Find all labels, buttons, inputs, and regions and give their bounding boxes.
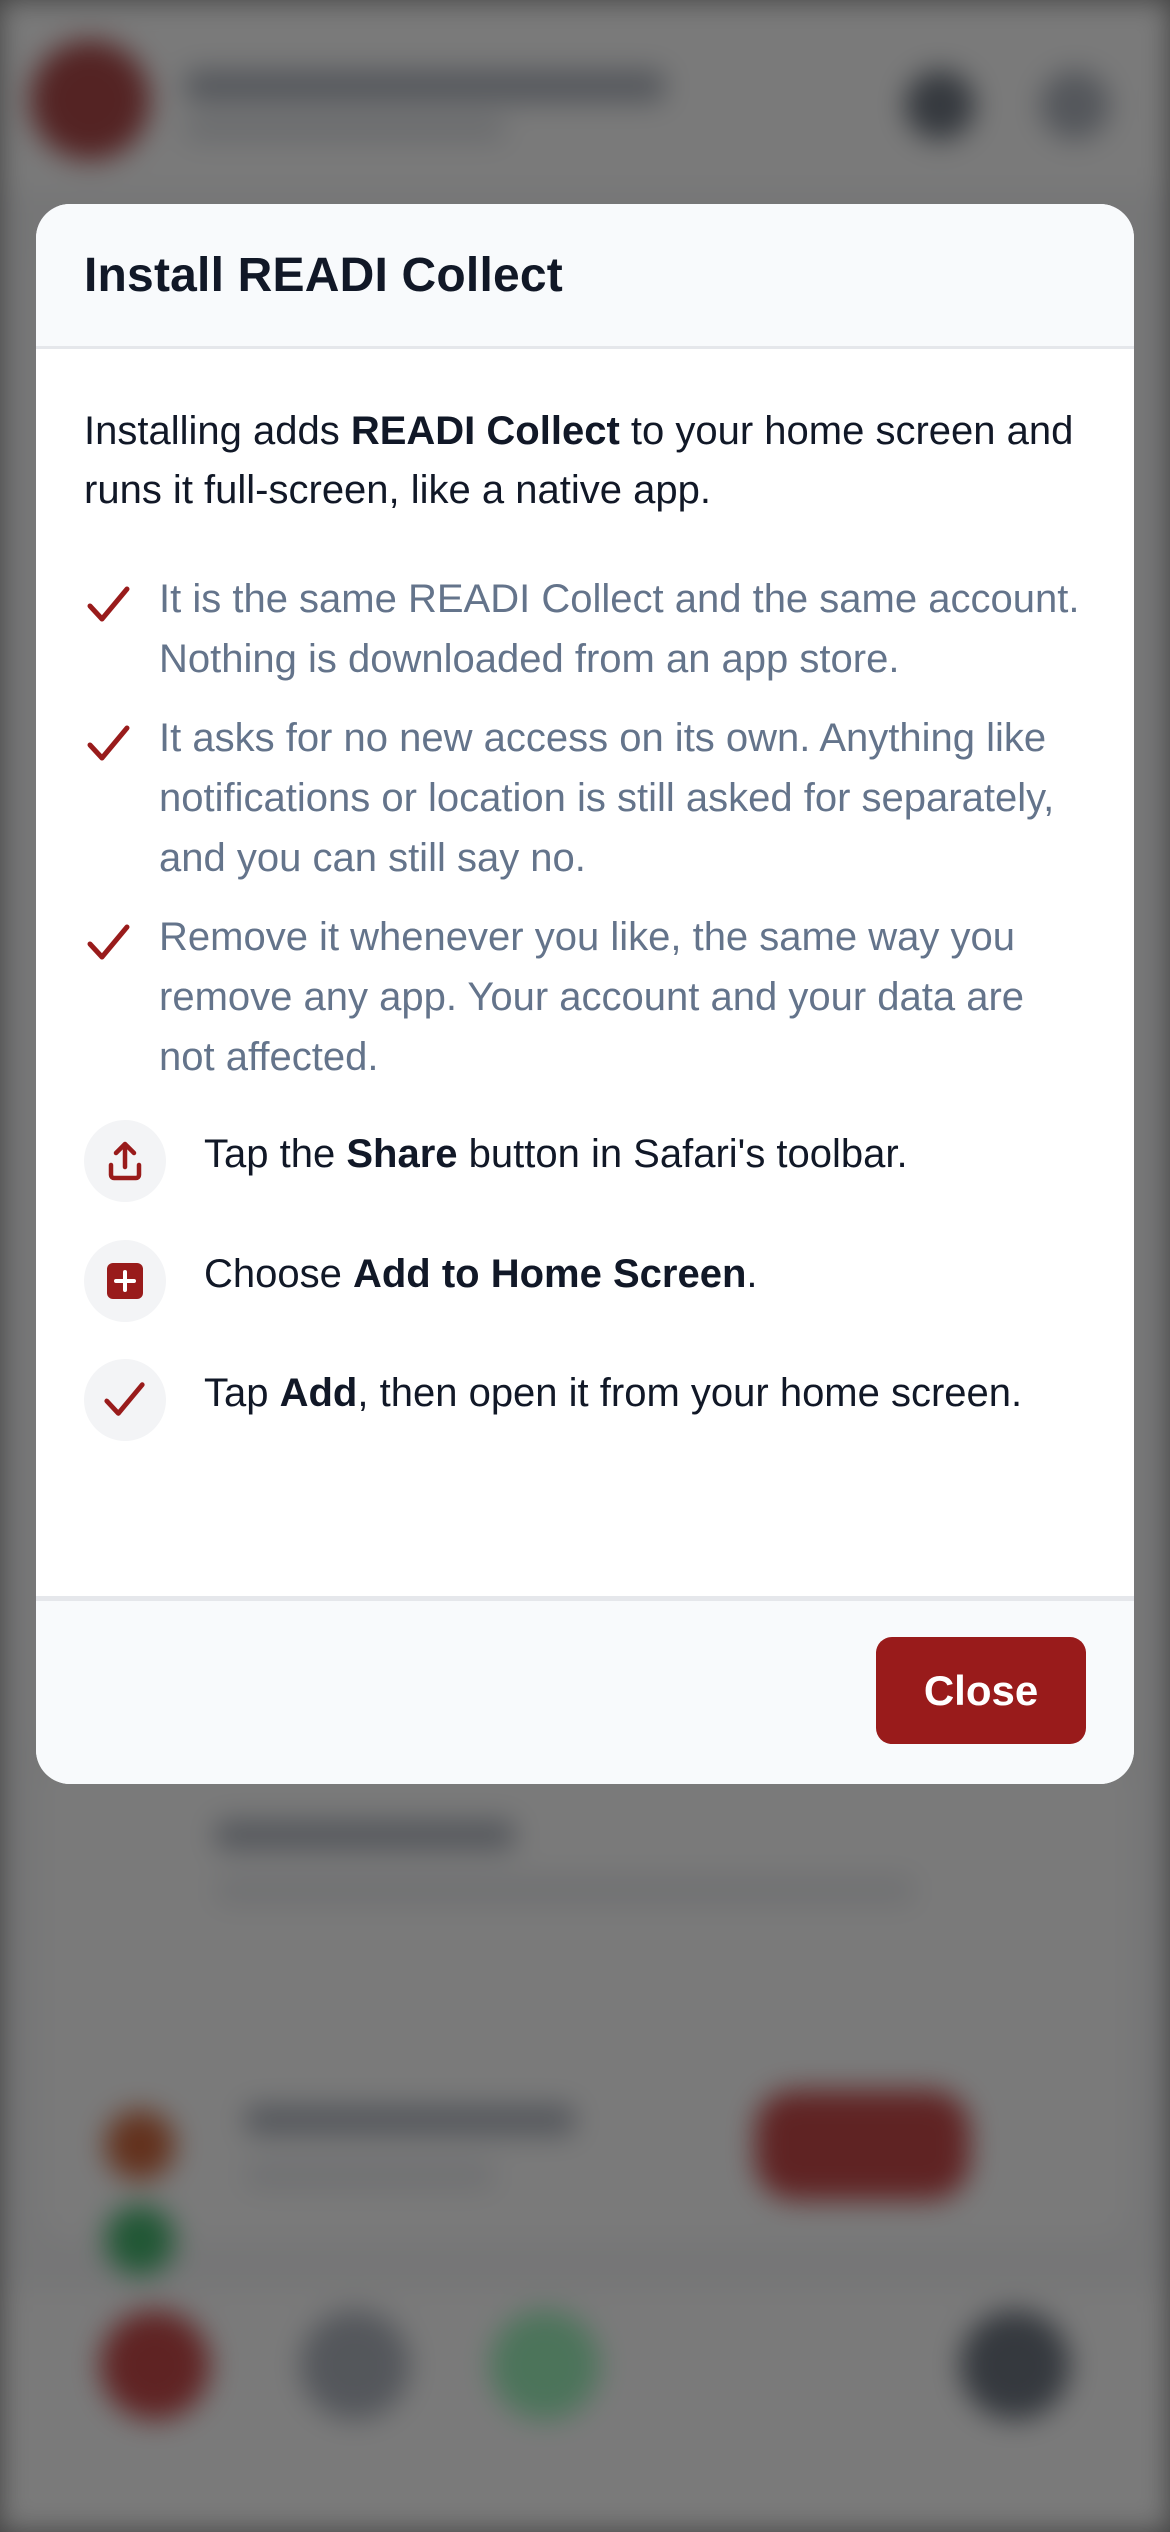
step-text-bold: Add to Home Screen bbox=[352, 1252, 747, 1296]
check-icon bbox=[87, 725, 130, 761]
reassurance-text: It is the same READI Collect and the sam… bbox=[159, 577, 1080, 681]
dialog-title: Install READI Collect bbox=[84, 249, 563, 302]
reassurance-item: It is the same READI Collect and the sam… bbox=[84, 569, 1086, 689]
check-icon bbox=[87, 586, 130, 622]
intro-text: Installing adds READI Collect to your ho… bbox=[84, 402, 1086, 520]
reassurance-text: Remove it whenever you like, the same wa… bbox=[159, 915, 1025, 1079]
close-button[interactable]: Close bbox=[876, 1637, 1086, 1744]
step-text-end: , then open it from your home screen. bbox=[357, 1371, 1023, 1415]
reassurance-item: Remove it whenever you like, the same wa… bbox=[84, 907, 1086, 1087]
reassurance-list: It is the same READI Collect and the sam… bbox=[84, 569, 1086, 1087]
step-text-start: Tap the bbox=[204, 1132, 347, 1176]
share-icon bbox=[84, 1120, 166, 1202]
dialog-footer: Close bbox=[36, 1596, 1134, 1784]
reassurance-item: It asks for no new access on its own. An… bbox=[84, 708, 1086, 888]
install-step: Tap the Share button in Safari's toolbar… bbox=[84, 1120, 1086, 1202]
install-dialog: Install READI Collect Installing adds RE… bbox=[36, 204, 1134, 1784]
intro-text-start: Installing adds bbox=[84, 409, 351, 453]
step-text-start: Choose bbox=[204, 1252, 353, 1296]
install-step: Tap Add, then open it from your home scr… bbox=[84, 1359, 1086, 1441]
check-icon bbox=[87, 924, 130, 960]
step-text-bold: Share bbox=[346, 1132, 458, 1176]
add-square-icon bbox=[84, 1240, 166, 1322]
check-icon bbox=[84, 1359, 166, 1441]
install-steps: Tap the Share button in Safari's toolbar… bbox=[84, 1120, 1086, 1441]
step-text-bold: Add bbox=[279, 1371, 358, 1415]
install-step: Choose Add to Home Screen. bbox=[84, 1240, 1086, 1322]
dialog-body: Installing adds READI Collect to your ho… bbox=[36, 349, 1134, 1441]
step-text-start: Tap bbox=[204, 1371, 280, 1415]
reassurance-text: It asks for no new access on its own. An… bbox=[159, 716, 1055, 880]
step-text-end: . bbox=[746, 1252, 758, 1296]
step-text-end: button in Safari's toolbar. bbox=[457, 1132, 908, 1176]
dialog-header: Install READI Collect bbox=[36, 204, 1134, 349]
intro-app-name: READI Collect bbox=[350, 409, 620, 453]
